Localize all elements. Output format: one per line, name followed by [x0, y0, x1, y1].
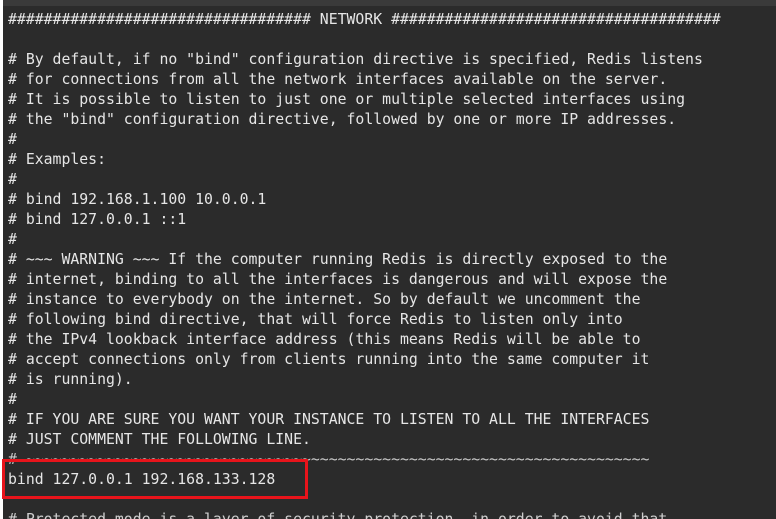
config-line-comment: # JUST COMMENT THE FOLLOWING LINE.: [8, 431, 311, 448]
config-line-comment: # ~~~ WARNING ~~~ If the computer runnin…: [8, 251, 668, 268]
config-line-protected-mode-comment: # Protected mode is a layer of security …: [8, 510, 667, 519]
config-line-bind-directive[interactable]: bind 127.0.0.1 192.168.133.128: [8, 470, 721, 490]
config-line-comment: # IF YOU ARE SURE YOU WANT YOUR INSTANCE…: [8, 411, 650, 428]
config-line-comment: # Examples:: [8, 151, 106, 168]
config-line-comment: # internet, binding to all the interface…: [8, 271, 668, 288]
config-line-tilde-separator: # ~~~~~~~~~~~~~~~~~~~~~~~~~~~~~~~~~~~~~~…: [8, 451, 650, 468]
config-line-comment: # instance to everybody on the internet.…: [8, 291, 641, 308]
config-line-comment: # is running).: [8, 371, 133, 388]
config-line-comment: # It is possible to listen to just one o…: [8, 91, 686, 108]
config-line-comment: # for connections from all the network i…: [8, 71, 668, 88]
config-line-comment: #: [8, 131, 17, 148]
config-line-comment: #: [8, 231, 17, 248]
config-line-comment: # bind 127.0.0.1 ::1: [8, 211, 187, 228]
window-left-edge: [0, 0, 3, 519]
config-line-blank: [8, 490, 721, 510]
window-top-strip: [0, 0, 776, 6]
terminal-window[interactable]: ################################## NETWO…: [0, 0, 776, 519]
config-line-comment: # accept connections only from clients r…: [8, 351, 650, 368]
config-file-content[interactable]: ################################## NETWO…: [8, 10, 721, 510]
config-line-comment: # By default, if no "bind" configuration…: [8, 51, 703, 68]
config-line-blank: [8, 30, 721, 50]
config-line-comment: #: [8, 171, 17, 188]
config-line-comment: #: [8, 391, 17, 408]
config-line-network-header: ################################## NETWO…: [8, 11, 721, 28]
config-line-comment: # following bind directive, that will fo…: [8, 311, 623, 328]
config-line-comment: # the "bind" configuration directive, fo…: [8, 111, 677, 128]
config-line-comment: # the IPv4 lookback interface address (t…: [8, 331, 641, 348]
config-line-comment: # bind 192.168.1.100 10.0.0.1: [8, 191, 267, 208]
